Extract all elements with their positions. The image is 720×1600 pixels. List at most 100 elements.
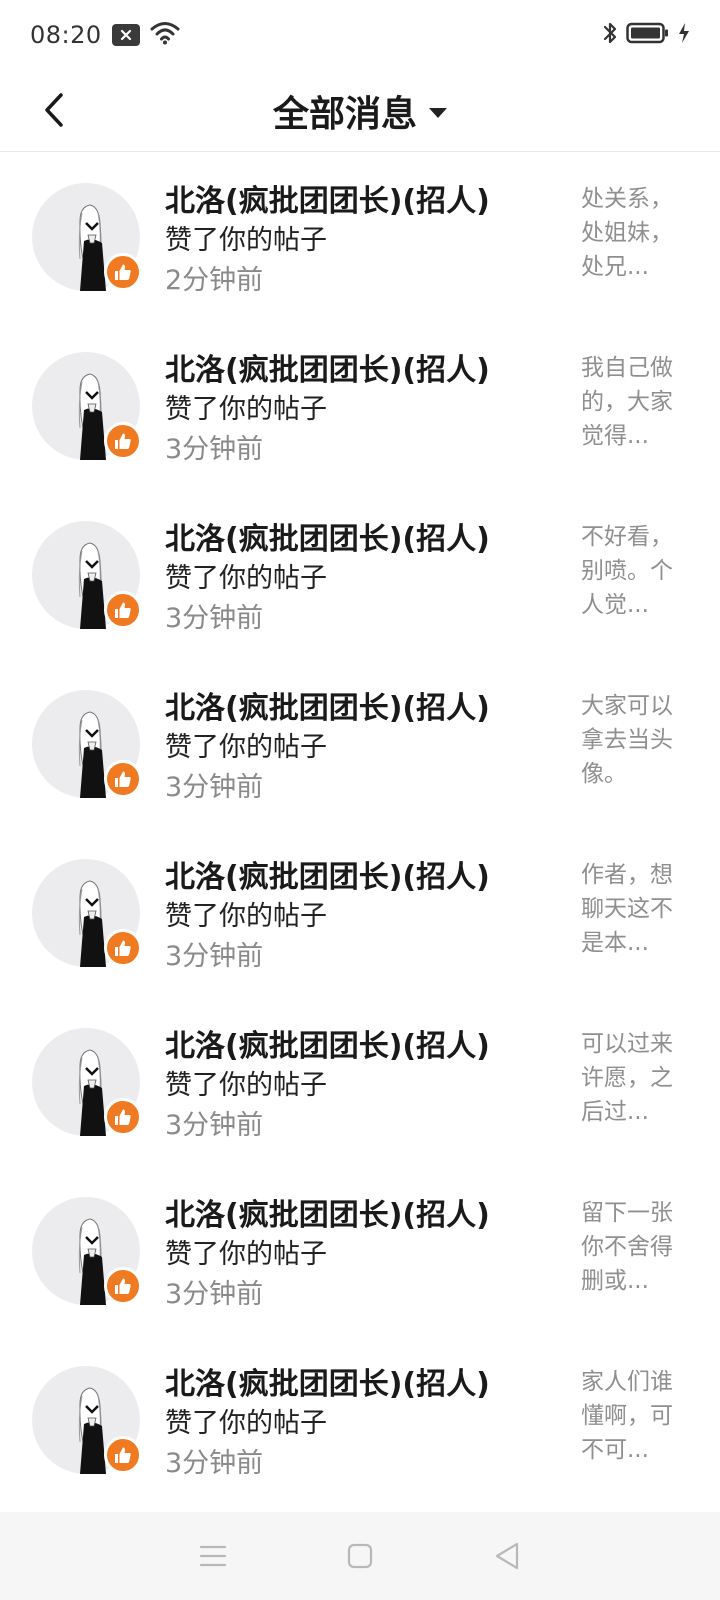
screen: 08:20 全部消息 北洛(疯批团团长)(招人) 赞了你的帖子 2分钟前 处关系… bbox=[0, 0, 720, 1600]
sender-name[interactable]: 北洛(疯批团团长)(招人) bbox=[165, 1021, 490, 1065]
avatar[interactable] bbox=[32, 521, 142, 629]
back-button[interactable] bbox=[28, 84, 80, 136]
post-preview-line: 像。 bbox=[581, 761, 627, 787]
back-triangle-icon bbox=[495, 1542, 518, 1570]
avatar[interactable] bbox=[32, 1366, 142, 1474]
avatar[interactable] bbox=[32, 352, 142, 460]
post-preview[interactable]: 家人们谁 懂啊，可 不可... bbox=[581, 1365, 681, 1467]
sender-name[interactable]: 北洛(疯批团团长)(招人) bbox=[165, 1190, 490, 1234]
post-preview-line: 我自己做 bbox=[581, 355, 673, 381]
post-preview[interactable]: 作者，想 聊天这不 是本... bbox=[581, 858, 681, 960]
thumbs-up-icon bbox=[104, 1436, 142, 1474]
message-item[interactable]: 北洛(疯批团团长)(招人) 赞了你的帖子 3分钟前 家人们谁 懂啊，可 不可..… bbox=[0, 1335, 720, 1504]
message-time: 3分钟前 bbox=[165, 603, 264, 634]
message-item[interactable]: 北洛(疯批团团长)(招人) 赞了你的帖子 3分钟前 不好看， 别喷。个 人觉..… bbox=[0, 490, 720, 659]
menu-icon bbox=[200, 1545, 227, 1567]
post-preview[interactable]: 可以过来 许愿，之 后过... bbox=[581, 1027, 681, 1129]
sender-name[interactable]: 北洛(疯批团团长)(招人) bbox=[165, 514, 490, 558]
post-preview-line: 你不舍得 bbox=[581, 1234, 673, 1260]
post-preview-line: 不可... bbox=[581, 1437, 649, 1463]
sender-name[interactable]: 北洛(疯批团团长)(招人) bbox=[165, 176, 490, 220]
message-time: 3分钟前 bbox=[165, 434, 264, 465]
post-preview-line: 懂啊，可 bbox=[581, 1403, 673, 1429]
message-action: 赞了你的帖子 bbox=[165, 1070, 327, 1101]
post-preview-line: 留下一张 bbox=[581, 1200, 673, 1226]
post-preview-line: 不好看， bbox=[581, 524, 673, 550]
post-preview[interactable]: 处关系， 处姐妹， 处兄... bbox=[581, 182, 681, 284]
post-preview-line: 处姐妹， bbox=[581, 220, 673, 246]
message-item[interactable]: 北洛(疯批团团长)(招人) 赞了你的帖子 3分钟前 作者，想 聊天这不 是本..… bbox=[0, 828, 720, 997]
sender-name[interactable]: 北洛(疯批团团长)(招人) bbox=[165, 345, 490, 389]
message-item[interactable]: 北洛(疯批团团长)(招人) 赞了你的帖子 2分钟前 处关系， 处姐妹， 处兄..… bbox=[0, 152, 720, 321]
title-dropdown[interactable]: 全部消息 bbox=[273, 85, 447, 137]
post-preview-line: 别喷。个 bbox=[581, 558, 673, 584]
thumbs-up-icon bbox=[104, 929, 142, 967]
chevron-left-icon bbox=[45, 93, 63, 127]
thumbs-up-icon bbox=[104, 1267, 142, 1305]
header: 全部消息 bbox=[0, 70, 720, 152]
post-preview[interactable]: 大家可以 拿去当头 像。 bbox=[581, 689, 681, 791]
bluetooth-icon bbox=[602, 20, 618, 50]
post-preview-line: 拿去当头 bbox=[581, 727, 673, 753]
thumbs-up-icon bbox=[104, 760, 142, 798]
post-preview[interactable]: 留下一张 你不舍得 删或... bbox=[581, 1196, 681, 1298]
message-item[interactable]: 北洛(疯批团团长)(招人) 赞了你的帖子 3分钟前 大家可以 拿去当头 像。 bbox=[0, 659, 720, 828]
message-action: 赞了你的帖子 bbox=[165, 563, 327, 594]
avatar[interactable] bbox=[32, 1197, 142, 1305]
post-preview-line: 处兄... bbox=[581, 254, 649, 280]
post-preview-line: 处关系， bbox=[581, 186, 673, 212]
status-bar: 08:20 bbox=[0, 0, 720, 70]
message-item[interactable]: 北洛(疯批团团长)(招人) 赞了你的帖子 3分钟前 可以过来 许愿，之 后过..… bbox=[0, 997, 720, 1166]
post-preview-line: 人觉... bbox=[581, 592, 649, 618]
post-preview-line: 作者，想 bbox=[581, 862, 673, 888]
notification-close-icon bbox=[111, 24, 140, 46]
menu-button[interactable] bbox=[191, 1534, 235, 1578]
post-preview[interactable]: 不好看， 别喷。个 人觉... bbox=[581, 520, 681, 622]
message-item[interactable]: 北洛(疯批团团长)(招人) 赞了你的帖子 3分钟前 我自己做 的，大家 觉得..… bbox=[0, 321, 720, 490]
post-preview-line: 是本... bbox=[581, 930, 649, 956]
post-preview-line: 家人们谁 bbox=[581, 1369, 673, 1395]
home-button[interactable] bbox=[338, 1534, 382, 1578]
thumbs-up-icon bbox=[104, 1098, 142, 1136]
message-time: 3分钟前 bbox=[165, 1279, 264, 1310]
avatar[interactable] bbox=[32, 859, 142, 967]
battery-icon bbox=[626, 21, 670, 49]
post-preview-line: 后过... bbox=[581, 1099, 649, 1125]
message-list: 北洛(疯批团团长)(招人) 赞了你的帖子 2分钟前 处关系， 处姐妹， 处兄..… bbox=[0, 152, 720, 1504]
message-action: 赞了你的帖子 bbox=[165, 1408, 327, 1439]
message-item[interactable]: 北洛(疯批团团长)(招人) 赞了你的帖子 3分钟前 留下一张 你不舍得 删或..… bbox=[0, 1166, 720, 1335]
avatar[interactable] bbox=[32, 183, 142, 291]
thumbs-up-icon bbox=[104, 422, 142, 460]
back-nav-button[interactable] bbox=[485, 1534, 529, 1578]
post-preview-line: 大家可以 bbox=[581, 693, 673, 719]
thumbs-up-icon bbox=[104, 591, 142, 629]
avatar[interactable] bbox=[32, 1028, 142, 1136]
message-action: 赞了你的帖子 bbox=[165, 225, 327, 256]
status-time: 08:20 bbox=[30, 21, 102, 49]
message-time: 3分钟前 bbox=[165, 941, 264, 972]
post-preview-line: 可以过来 bbox=[581, 1031, 673, 1057]
status-right bbox=[602, 20, 690, 50]
message-time: 3分钟前 bbox=[165, 772, 264, 803]
message-time: 2分钟前 bbox=[165, 265, 264, 296]
wifi-icon bbox=[150, 21, 180, 49]
message-action: 赞了你的帖子 bbox=[165, 901, 327, 932]
post-preview[interactable]: 我自己做 的，大家 觉得... bbox=[581, 351, 681, 453]
sender-name[interactable]: 北洛(疯批团团长)(招人) bbox=[165, 683, 490, 727]
message-action: 赞了你的帖子 bbox=[165, 732, 327, 763]
message-action: 赞了你的帖子 bbox=[165, 394, 327, 425]
post-preview-line: 聊天这不 bbox=[581, 896, 673, 922]
caret-down-icon bbox=[429, 107, 447, 118]
thumbs-up-icon bbox=[104, 253, 142, 291]
post-preview-line: 许愿，之 bbox=[581, 1065, 673, 1091]
post-preview-line: 觉得... bbox=[581, 423, 649, 449]
sender-name[interactable]: 北洛(疯批团团长)(招人) bbox=[165, 852, 490, 896]
post-preview-line: 删或... bbox=[581, 1268, 649, 1294]
post-preview-line: 的，大家 bbox=[581, 389, 673, 415]
page-title: 全部消息 bbox=[272, 93, 417, 135]
status-left: 08:20 bbox=[30, 21, 180, 49]
sender-name[interactable]: 北洛(疯批团团长)(招人) bbox=[165, 1359, 490, 1403]
message-time: 3分钟前 bbox=[165, 1448, 264, 1479]
avatar[interactable] bbox=[32, 690, 142, 798]
charging-icon bbox=[678, 23, 690, 47]
